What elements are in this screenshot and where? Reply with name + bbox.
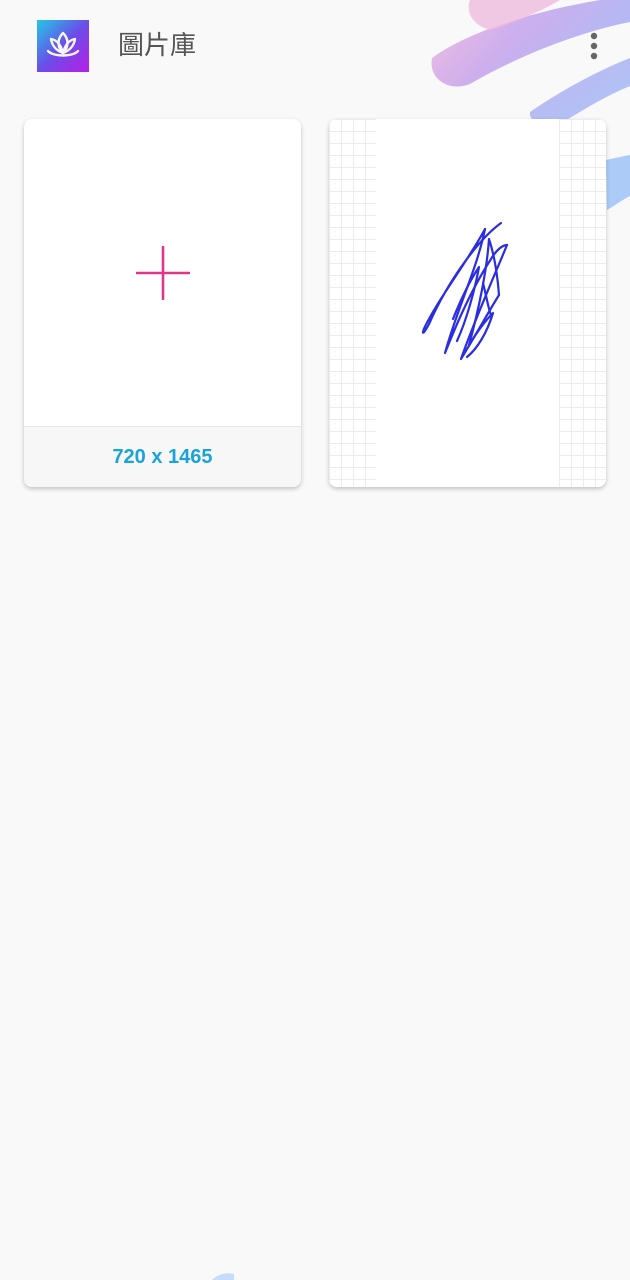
drawing-thumbnail-card[interactable]: [329, 119, 606, 487]
scribble-drawing: [421, 221, 509, 361]
brush-stroke-decoration-bottom: [212, 1273, 234, 1280]
app-logo: [37, 20, 89, 72]
page-title: 圖片庫: [118, 31, 197, 61]
overflow-menu-button[interactable]: [576, 28, 612, 64]
canvas-size-footer[interactable]: 720 x 1465: [24, 426, 301, 487]
canvas-size-label: 720 x 1465: [112, 445, 213, 468]
plus-icon: [135, 245, 190, 300]
more-vertical-icon: [590, 32, 598, 60]
lotus-icon: [46, 31, 80, 57]
new-canvas-area[interactable]: [24, 119, 301, 426]
new-canvas-card[interactable]: 720 x 1465: [24, 119, 301, 487]
